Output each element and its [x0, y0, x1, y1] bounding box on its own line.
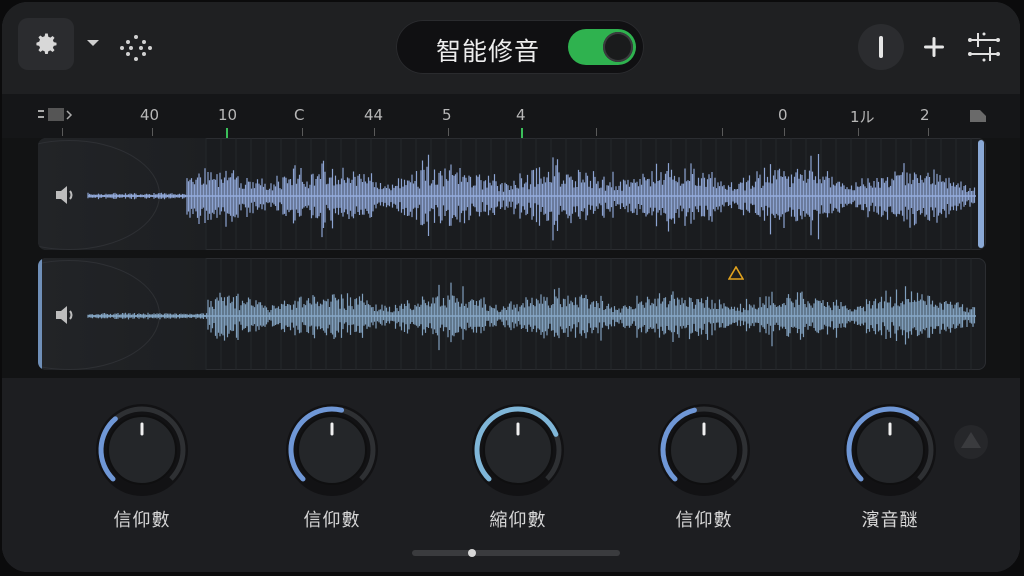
- ruler-label: C: [294, 106, 305, 124]
- smart-tuning-pill: 智能修音: [396, 20, 644, 74]
- ruler-label: 4: [516, 106, 526, 124]
- sliders-icon: [968, 32, 1000, 62]
- rotary-knob[interactable]: [82, 400, 202, 500]
- app-window: 智能修音 40 10 C 44 5 4 0 1ル 2 信仰數 信仰數 縮仰數 信…: [2, 2, 1020, 572]
- sliders-button[interactable]: [960, 24, 1008, 70]
- knob-3[interactable]: 縮仰數: [458, 400, 578, 531]
- knob-1[interactable]: 信仰數: [82, 400, 202, 531]
- audio-track-1[interactable]: [38, 138, 986, 250]
- settings-button[interactable]: [18, 18, 74, 70]
- knob-label: 信仰數: [675, 510, 733, 531]
- ruler-tick: [928, 128, 929, 136]
- rotary-knob[interactable]: [272, 400, 392, 500]
- ruler-tick: [302, 128, 303, 136]
- marker-icon: [879, 36, 883, 58]
- track-end-handle[interactable]: [978, 140, 984, 248]
- knob-label: 濱音醚: [861, 510, 919, 531]
- ruler-tick: [448, 128, 449, 136]
- collapse-triangle-icon[interactable]: [950, 424, 992, 460]
- warning-triangle-icon[interactable]: [728, 266, 744, 280]
- knob-label: 縮仰數: [489, 510, 547, 531]
- controls-panel: 信仰數 信仰數 縮仰數 信仰數 濱音醚: [2, 378, 1020, 572]
- audio-track-2[interactable]: [38, 258, 986, 370]
- ruler-start-icon: [38, 108, 73, 121]
- knob-label: 信仰數: [303, 510, 361, 531]
- ruler-label: 5: [442, 106, 452, 124]
- ruler-tick-marker: [521, 128, 523, 138]
- ruler-label: 40: [140, 106, 160, 124]
- marker-button[interactable]: [858, 24, 904, 70]
- ruler-label: 10: [218, 106, 238, 124]
- top-toolbar: 智能修音: [2, 2, 1020, 94]
- ruler-label: 1ル: [850, 108, 875, 126]
- knob-label: 信仰數: [113, 510, 171, 531]
- add-button[interactable]: [914, 26, 954, 68]
- waveform-2: [87, 258, 976, 370]
- waveform-1: [87, 138, 976, 250]
- rotary-knob[interactable]: [458, 400, 578, 500]
- ruler-label: 0: [778, 106, 788, 124]
- knob-4[interactable]: 信仰數: [644, 400, 764, 531]
- ruler-tick: [722, 128, 723, 136]
- ruler-tick: [62, 128, 63, 136]
- rotary-knob[interactable]: [644, 400, 764, 500]
- ruler-tick: [374, 128, 375, 136]
- track-area: [2, 138, 1020, 481]
- smart-tuning-title: 智能修音: [436, 37, 541, 66]
- horizontal-scrollbar[interactable]: [412, 549, 620, 557]
- ruler-tick: [152, 128, 153, 136]
- knob-2[interactable]: 信仰數: [272, 400, 392, 531]
- chevron-down-icon: [87, 40, 99, 46]
- rotary-knob[interactable]: [830, 400, 950, 500]
- scatter-tool-button[interactable]: [114, 26, 158, 70]
- scatter-dots-icon: [120, 35, 152, 61]
- ruler-end-icon: [970, 110, 986, 122]
- ruler-label: 2: [920, 106, 930, 124]
- ruler-tick: [858, 128, 859, 136]
- plus-icon: [924, 37, 944, 57]
- ruler-tick: [784, 128, 785, 136]
- toggle-knob: [603, 32, 633, 62]
- scroll-thumb[interactable]: [468, 549, 476, 557]
- smart-tuning-toggle[interactable]: [568, 29, 636, 65]
- ruler-tick-marker: [226, 128, 228, 138]
- timeline-ruler[interactable]: 40 10 C 44 5 4 0 1ル 2: [2, 94, 1020, 138]
- gear-icon: [36, 33, 57, 55]
- ruler-tick: [596, 128, 597, 136]
- dropdown-button[interactable]: [82, 32, 104, 54]
- knob-5[interactable]: 濱音醚: [830, 400, 950, 531]
- ruler-label: 44: [364, 106, 384, 124]
